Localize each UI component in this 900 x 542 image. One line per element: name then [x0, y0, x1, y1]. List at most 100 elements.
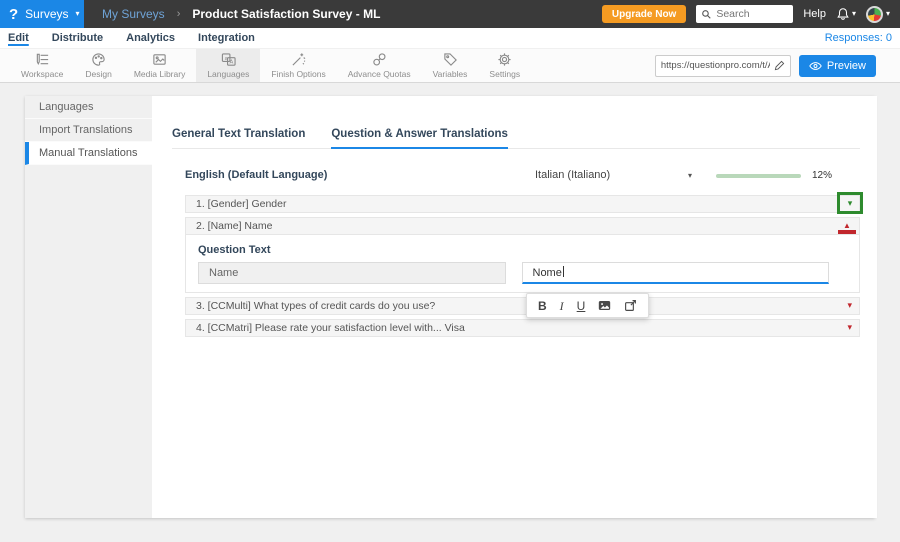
insert-image-button[interactable] [598, 299, 611, 312]
question-row-label: 1. [Gender] Gender [196, 198, 287, 210]
question-2-editor: Question Text Name Nome [185, 231, 860, 293]
question-rows: 1. [Gender] Gender ▾ 2. [Name] Name ▲ Qu… [185, 192, 863, 337]
toolbar-item-label: Workspace [21, 69, 64, 79]
format-toolbar: B I U [526, 293, 650, 318]
toolbar-item-advance-quotas[interactable]: Advance Quotas [337, 49, 422, 82]
question-row-4[interactable]: 4. [CCMatri] Please rate your satisfacti… [185, 319, 860, 337]
italic-button[interactable]: I [560, 300, 564, 312]
nav-tab-edit[interactable]: Edit [8, 32, 29, 44]
preview-label: Preview [826, 59, 866, 72]
underline-button[interactable]: U [577, 300, 586, 312]
toolbar-item-label: Finish Options [271, 69, 326, 79]
translate-icon: aA [221, 53, 236, 66]
collapse-underline [838, 230, 856, 234]
global-search[interactable] [696, 5, 794, 23]
svg-text:A: A [229, 60, 233, 66]
source-question-text-input: Name [198, 262, 506, 284]
chevron-down-icon: ▾ [885, 9, 890, 18]
toolbar-item-label: Variables [432, 69, 468, 79]
translation-progress-percent: 12% [812, 170, 833, 181]
toolbar-item-variables[interactable]: Variables [422, 49, 479, 82]
chevron-down-icon[interactable]: ▾ [688, 171, 692, 180]
chevron-down-icon[interactable]: ▾ [847, 301, 852, 310]
search-input[interactable] [716, 8, 789, 20]
question-text-label: Question Text [198, 244, 271, 256]
chevron-up-icon: ▲ [843, 221, 851, 230]
upgrade-now-button[interactable]: Upgrade Now [601, 5, 687, 23]
account-menu[interactable]: ▾ [865, 5, 890, 23]
source-language-label: English (Default Language) [185, 169, 328, 181]
eye-icon [809, 61, 822, 70]
tab-question-answer-translations[interactable]: Question & Answer Translations [331, 128, 508, 149]
bold-button[interactable]: B [538, 300, 547, 312]
survey-url-box: https://questionpro.com/t/AW22Zd1S1 [654, 54, 791, 77]
chevron-down-icon: ▾ [847, 197, 853, 208]
questionpro-logo-icon: ? [9, 5, 19, 23]
question-row-label: 4. [CCMatri] Please rate your satisfacti… [196, 322, 465, 334]
target-question-text-input[interactable]: Nome [521, 262, 829, 284]
question-row-1[interactable]: 1. [Gender] Gender ▾ [185, 192, 863, 214]
survey-url[interactable]: https://questionpro.com/t/AW22Zd1S1 [656, 60, 770, 71]
chain-links-icon [372, 53, 386, 66]
toolbar-item-workspace[interactable]: Workspace [10, 49, 74, 82]
toolbar-item-label: Languages [207, 69, 250, 79]
toolbar-item-settings[interactable]: Settings [478, 49, 531, 82]
app-window: ? Surveys ▾ My Surveys › Product Satisfa… [0, 0, 900, 542]
sidebar-item-import-translations[interactable]: Import Translations [25, 119, 152, 142]
toolbar-item-design[interactable]: Design [74, 49, 122, 82]
collapse-question-2-button[interactable]: ▲ [838, 221, 856, 234]
insert-link-button[interactable] [624, 299, 637, 312]
surveys-app-menu[interactable]: ? Surveys ▾ [0, 0, 84, 28]
nav-tab-integration[interactable]: Integration [198, 32, 255, 44]
translations-panel: Languages Import Translations Manual Tra… [25, 96, 877, 518]
toolbar-item-label: Advance Quotas [347, 69, 411, 79]
workspace-list-icon [36, 53, 48, 65]
sidebar-item-manual-translations[interactable]: Manual Translations [25, 142, 152, 165]
app-menu-label: Surveys [25, 7, 69, 21]
top-bar: ? Surveys ▾ My Surveys › Product Satisfa… [0, 0, 900, 28]
question-row-label: 2. [Name] Name [196, 220, 273, 232]
bell-icon [837, 8, 849, 20]
magic-wand-icon [292, 53, 306, 66]
nav-tab-analytics[interactable]: Analytics [126, 32, 175, 44]
pencil-icon [775, 60, 785, 71]
preview-button[interactable]: Preview [798, 54, 876, 77]
translation-tabs: General Text Translation Question & Answ… [172, 128, 860, 149]
breadcrumb-my-surveys[interactable]: My Surveys [102, 7, 165, 21]
chevron-down-icon: ▾ [851, 9, 856, 18]
translations-content: General Text Translation Question & Answ… [152, 96, 877, 518]
target-language-select-value[interactable]: Italian (Italiano) [535, 169, 610, 181]
toolbar-item-label: Media Library [133, 69, 186, 79]
work-area: Languages Import Translations Manual Tra… [0, 83, 900, 542]
expand-question-1-button[interactable]: ▾ [837, 192, 863, 214]
translations-sidebar: Languages Import Translations Manual Tra… [25, 96, 152, 518]
avatar [865, 5, 883, 23]
media-image-icon [153, 54, 166, 65]
chevron-down-icon[interactable]: ▾ [847, 323, 852, 332]
toolbar-item-label: Settings [489, 69, 521, 79]
breadcrumb-separator: › [176, 8, 181, 20]
nav-tab-distribute[interactable]: Distribute [52, 32, 103, 44]
tag-icon [443, 53, 457, 66]
gear-icon [498, 53, 511, 66]
edit-toolbar: Workspace Design Media Library aA Langua… [0, 49, 900, 83]
notifications-menu[interactable]: ▾ [836, 7, 856, 21]
question-row-2[interactable]: 2. [Name] Name ▲ [185, 217, 860, 235]
toolbar-item-finish-options[interactable]: Finish Options [260, 49, 336, 82]
help-link[interactable]: Help [803, 8, 826, 20]
target-question-text-value: Nome [532, 267, 562, 279]
chevron-down-icon: ▾ [75, 9, 80, 18]
tab-general-text-translation[interactable]: General Text Translation [172, 128, 305, 148]
text-cursor [562, 266, 564, 277]
search-icon [702, 9, 712, 19]
question-row-3[interactable]: 3. [CCMulti] What types of credit cards … [185, 297, 860, 315]
sidebar-item-languages[interactable]: Languages [25, 96, 152, 119]
edit-url-button[interactable] [770, 56, 790, 76]
toolbar-item-languages[interactable]: aA Languages [196, 49, 261, 82]
responses-count[interactable]: Responses: 0 [825, 32, 892, 44]
question-row-label: 3. [CCMulti] What types of credit cards … [196, 300, 436, 312]
toolbar-item-media-library[interactable]: Media Library [123, 49, 197, 82]
survey-title: Product Satisfaction Survey - ML [192, 7, 381, 21]
language-header-row: English (Default Language) Italian (Ital… [172, 169, 860, 183]
breadcrumb: My Surveys › Product Satisfaction Survey… [102, 7, 380, 21]
